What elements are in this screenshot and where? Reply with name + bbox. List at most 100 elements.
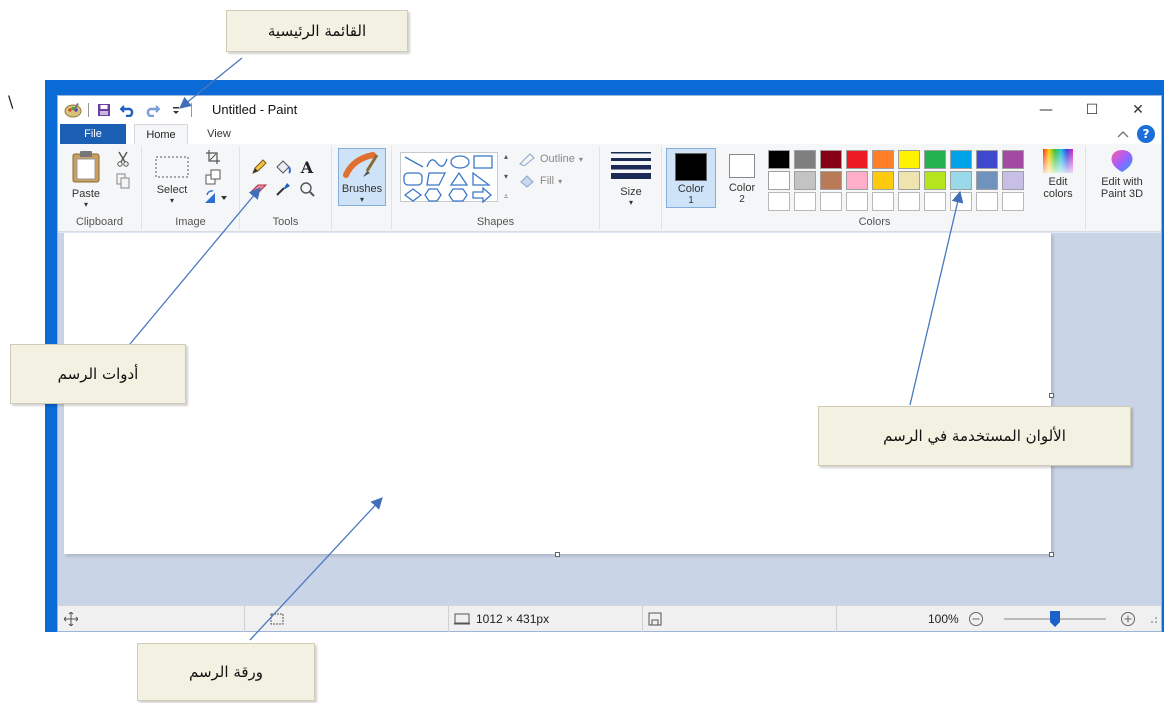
paint-window: Untitled - Paint — ☐ ✕ File Home View ? xyxy=(57,95,1162,632)
outline-dropdown-icon: ▾ xyxy=(578,154,583,164)
brushes-button[interactable]: Brushes ▾ xyxy=(338,148,386,206)
ribbon: Paste ▾ Clipboard Select ▾ Image A Tools… xyxy=(58,144,1161,232)
tab-view[interactable]: View xyxy=(194,124,244,144)
palette-swatch-1-3[interactable] xyxy=(820,150,842,169)
palette-swatch-1-4[interactable] xyxy=(846,150,868,169)
close-button[interactable]: ✕ xyxy=(1115,96,1161,124)
palette-swatch-3-1[interactable] xyxy=(768,192,790,211)
paint3d-icon xyxy=(1111,150,1133,172)
color-spectrum-icon xyxy=(1043,149,1073,173)
callout-main-menu: القائمة الرئيسية xyxy=(226,10,408,52)
drawing-canvas[interactable] xyxy=(64,233,1051,554)
brush-icon xyxy=(343,152,379,178)
palette-swatch-1-8[interactable] xyxy=(950,150,972,169)
redo-icon[interactable] xyxy=(143,101,161,119)
palette-swatch-1-5[interactable] xyxy=(872,150,894,169)
palette-swatch-2-10[interactable] xyxy=(1002,171,1024,190)
fill-bucket-icon[interactable] xyxy=(274,158,292,176)
paste-icon xyxy=(72,151,100,183)
status-separator-1 xyxy=(244,606,245,632)
outline-button[interactable]: Outline ▾ xyxy=(518,152,583,166)
palette-swatch-3-5[interactable] xyxy=(872,192,894,211)
rotate-icon[interactable] xyxy=(202,188,230,206)
palette-swatch-3-9[interactable] xyxy=(976,192,998,211)
cursor-position-cell xyxy=(64,606,78,632)
paint-app-icon[interactable] xyxy=(64,101,82,119)
text-tool-icon[interactable]: A xyxy=(298,158,316,177)
crop-icon[interactable] xyxy=(204,148,222,166)
zoom-out-icon xyxy=(969,612,983,626)
cut-icon[interactable] xyxy=(114,150,132,168)
canvas-dimensions: 1012 × 431px xyxy=(476,612,550,626)
zoom-slider-thumb[interactable] xyxy=(1050,611,1060,627)
palette-swatch-1-6[interactable] xyxy=(898,150,920,169)
undo-icon[interactable] xyxy=(119,101,137,119)
zoom-in-icon xyxy=(1121,612,1135,626)
palette-swatch-3-8[interactable] xyxy=(950,192,972,211)
clipboard-group-label: Clipboard xyxy=(75,216,124,228)
brushes-dropdown-icon: ▾ xyxy=(359,195,364,204)
palette-swatch-2-3[interactable] xyxy=(820,171,842,190)
palette-swatch-2-2[interactable] xyxy=(794,171,816,190)
pencil-icon[interactable] xyxy=(250,158,268,176)
shapes-scroll-down-icon[interactable]: ▾ xyxy=(504,172,508,181)
palette-swatch-1-7[interactable] xyxy=(924,150,946,169)
palette-swatch-2-7[interactable] xyxy=(924,171,946,190)
brushes-label: Brushes xyxy=(341,183,383,195)
canvas-size-icon xyxy=(454,613,470,625)
shapes-scroll-up-icon[interactable]: ▴ xyxy=(504,152,508,161)
save-icon[interactable] xyxy=(95,101,113,119)
palette-swatch-2-8[interactable] xyxy=(950,171,972,190)
palette-swatch-1-10[interactable] xyxy=(1002,150,1024,169)
palette-swatch-1-1[interactable] xyxy=(768,150,790,169)
shapes-expand-icon[interactable]: ⩡ xyxy=(504,192,509,202)
palette-swatch-3-10[interactable] xyxy=(1002,192,1024,211)
copy-icon[interactable] xyxy=(114,172,132,190)
maximize-button[interactable]: ☐ xyxy=(1069,96,1115,124)
shapes-scroll[interactable]: ▴ ▾ ⩡ xyxy=(500,152,512,202)
tab-file[interactable]: File xyxy=(60,124,126,144)
edit-colors-button[interactable]: Edit colors xyxy=(1034,148,1082,200)
tools-group-label: Tools xyxy=(272,216,299,228)
tab-home[interactable]: Home xyxy=(134,124,188,144)
title-bar: Untitled - Paint — ☐ ✕ xyxy=(58,96,1161,124)
palette-swatch-3-2[interactable] xyxy=(794,192,816,211)
edit-with-paint3d-button[interactable]: Edit with Paint 3D xyxy=(1092,148,1152,200)
color-picker-icon[interactable] xyxy=(274,180,292,198)
collapse-ribbon-icon[interactable] xyxy=(1117,127,1129,141)
paste-button[interactable]: Paste ▾ xyxy=(66,150,106,209)
canvas-resize-handle-bottom[interactable] xyxy=(555,552,560,557)
customize-qat-icon[interactable] xyxy=(167,101,185,119)
resize-grip-icon[interactable] xyxy=(1148,606,1158,632)
help-icon[interactable]: ? xyxy=(1137,125,1155,143)
palette-swatch-3-7[interactable] xyxy=(924,192,946,211)
minimize-button[interactable]: — xyxy=(1023,96,1069,124)
palette-swatch-1-2[interactable] xyxy=(794,150,816,169)
group-tools: A Tools xyxy=(240,146,332,230)
palette-swatch-3-6[interactable] xyxy=(898,192,920,211)
qat-separator-2 xyxy=(191,103,192,117)
size-dropdown-icon: ▾ xyxy=(628,198,633,207)
palette-swatch-3-3[interactable] xyxy=(820,192,842,211)
fill-button[interactable]: Fill ▾ xyxy=(518,174,562,188)
zoom-in-button[interactable] xyxy=(1120,606,1136,632)
eraser-icon[interactable] xyxy=(250,180,268,198)
select-button[interactable]: Select ▾ xyxy=(154,156,190,205)
group-image: Select ▾ Image xyxy=(142,146,240,230)
palette-swatch-2-6[interactable] xyxy=(898,171,920,190)
canvas-resize-handle-corner[interactable] xyxy=(1049,552,1054,557)
zoom-out-button[interactable] xyxy=(968,606,984,632)
palette-swatch-3-4[interactable] xyxy=(846,192,868,211)
magnifier-icon[interactable] xyxy=(298,180,316,198)
selection-icon xyxy=(270,613,284,625)
shapes-gallery[interactable] xyxy=(400,152,498,204)
resize-icon[interactable] xyxy=(204,168,222,186)
canvas-resize-handle-right[interactable] xyxy=(1049,393,1054,398)
size-button[interactable]: Size ▾ xyxy=(608,150,654,207)
palette-swatch-2-5[interactable] xyxy=(872,171,894,190)
palette-swatch-1-9[interactable] xyxy=(976,150,998,169)
palette-swatch-2-9[interactable] xyxy=(976,171,998,190)
group-brushes: Brushes ▾ xyxy=(332,146,392,230)
palette-swatch-2-4[interactable] xyxy=(846,171,868,190)
palette-swatch-2-1[interactable] xyxy=(768,171,790,190)
